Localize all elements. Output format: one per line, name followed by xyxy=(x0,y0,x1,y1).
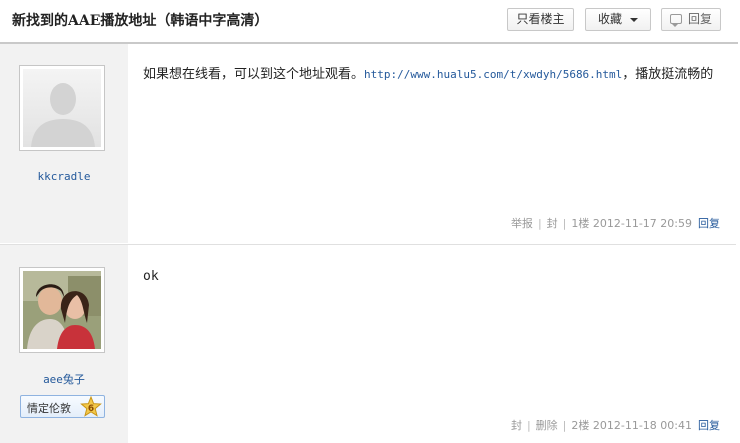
divider: | xyxy=(562,419,567,432)
collect-label: 收藏 xyxy=(597,12,622,26)
floor-number: 1楼 xyxy=(571,217,590,230)
post-content: 如果想在线看，可以到这个地址观看。http://www.hualu5.com/t… xyxy=(143,63,723,87)
thread-header: 新找到的AAE播放地址（韩语中字高清） 只看楼主 收藏 回复 xyxy=(0,0,738,44)
only-op-button[interactable]: 只看楼主 xyxy=(507,8,574,31)
divider: | xyxy=(537,217,542,230)
author-sidebar: kkcradle xyxy=(0,44,128,243)
collect-button[interactable]: 收藏 xyxy=(585,8,651,31)
username[interactable]: aee兔子 xyxy=(0,371,128,387)
member-badge[interactable]: 情定伦敦 6 xyxy=(20,395,105,418)
post-text-tail: ，播放挺流畅的 xyxy=(622,67,714,82)
default-avatar-icon xyxy=(23,69,101,147)
post-meta: 举报 | 封 | 1楼 2012-11-17 20:59 回复 xyxy=(511,215,720,231)
report-link[interactable]: 举报 xyxy=(511,217,533,230)
post-text: ok xyxy=(143,269,159,284)
author-sidebar: aee兔子 情定伦敦 6 xyxy=(0,245,128,443)
reply-link[interactable]: 回复 xyxy=(698,217,720,230)
ban-link[interactable]: 封 xyxy=(547,217,558,230)
post-1: kkcradle 如果想在线看，可以到这个地址观看。http://www.hua… xyxy=(0,44,736,243)
user-photo xyxy=(23,271,101,349)
reply-button[interactable]: 回复 xyxy=(661,8,721,31)
star-level-icon: 6 xyxy=(80,395,102,418)
delete-link[interactable]: 删除 xyxy=(536,419,558,432)
post-text: 如果想在线看，可以到这个地址观看。 xyxy=(143,67,365,82)
avatar[interactable] xyxy=(19,65,105,151)
post-link[interactable]: http://www.hualu5.com/t/xwdyh/5686.html xyxy=(364,68,622,81)
post-time: 2012-11-18 00:41 xyxy=(592,419,692,432)
reply-link[interactable]: 回复 xyxy=(698,419,720,432)
post-meta: 封 | 删除 | 2楼 2012-11-18 00:41 回复 xyxy=(511,417,720,433)
ban-link[interactable]: 封 xyxy=(511,419,522,432)
post-2: aee兔子 情定伦敦 6 ok 封 | 删除 | 2楼 2012-11-18 00:41… xyxy=(0,244,736,443)
reply-label: 回复 xyxy=(687,12,712,26)
post-content: ok xyxy=(143,265,723,289)
badge-label: 情定伦敦 xyxy=(27,402,71,415)
divider: | xyxy=(562,217,567,230)
username[interactable]: kkcradle xyxy=(0,170,128,183)
speech-bubble-icon xyxy=(669,13,682,27)
avatar[interactable] xyxy=(19,267,105,353)
caret-down-icon xyxy=(630,17,638,22)
floor-number: 2楼 xyxy=(571,419,590,432)
thread-title: 新找到的AAE播放地址（韩语中字高清） xyxy=(12,13,269,29)
only-op-label: 只看楼主 xyxy=(516,12,565,26)
post-time: 2012-11-17 20:59 xyxy=(592,217,692,230)
divider: | xyxy=(526,419,531,432)
badge-level: 6 xyxy=(88,404,94,414)
